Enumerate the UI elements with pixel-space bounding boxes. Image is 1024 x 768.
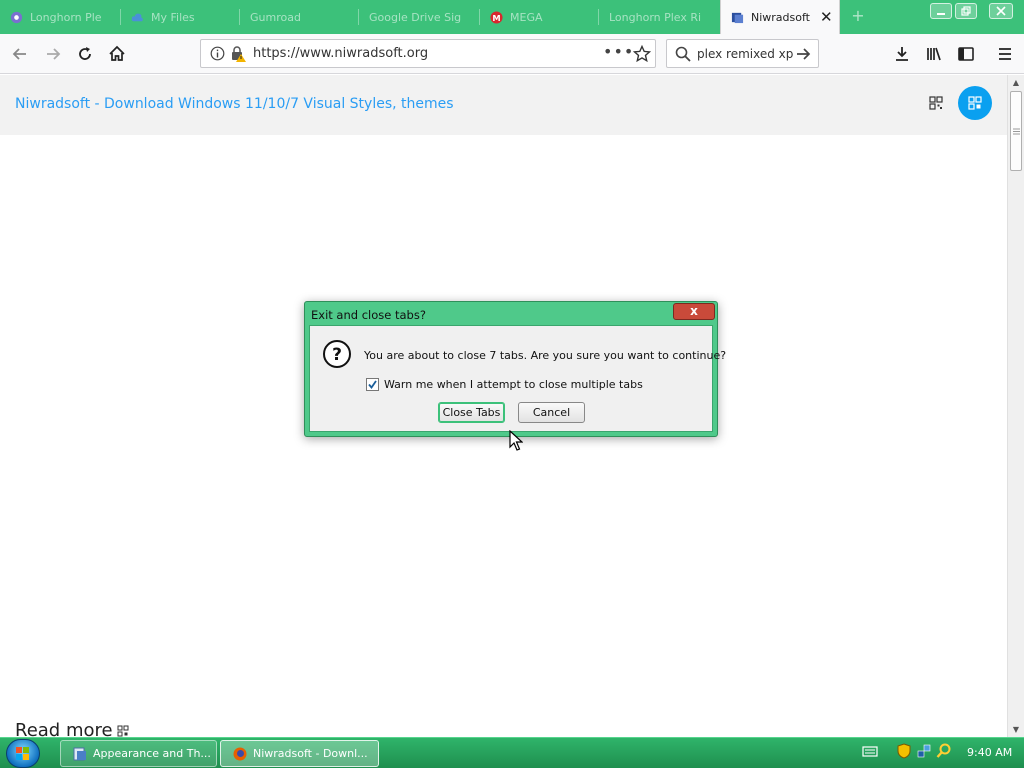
windows-logo-icon <box>16 747 29 760</box>
dialog-body: ? You are about to close 7 tabs. Are you… <box>309 325 726 432</box>
taskbar-button-label: Niwradsoft - Downl... <box>253 747 368 760</box>
url-bar[interactable]: https://www.niwradsoft.org ••• <box>200 39 656 68</box>
site-menu-button[interactable] <box>958 86 992 120</box>
close-icon: x <box>690 304 698 318</box>
svg-text:M: M <box>492 12 500 22</box>
page-scrollbar[interactable]: ▲ ▼ <box>1007 75 1024 737</box>
checkmark-icon <box>368 380 377 389</box>
clock[interactable]: 9:40 AM <box>967 746 1012 759</box>
firefox-icon <box>233 747 247 760</box>
dialog-message: You are about to close 7 tabs. Are you s… <box>364 349 727 362</box>
navigation-bar: https://www.niwradsoft.org ••• plex remi… <box>0 34 1024 74</box>
downloads-button[interactable] <box>888 40 916 68</box>
reload-button[interactable] <box>71 40 99 68</box>
hamburger-menu-icon <box>999 48 1011 60</box>
shield-icon[interactable] <box>896 743 912 759</box>
tab-label: Niwradsoft <box>751 10 810 24</box>
mouse-cursor-icon <box>509 430 523 451</box>
back-button[interactable] <box>6 40 34 68</box>
tab-label: My Files <box>151 10 195 24</box>
site-header: Niwradsoft - Download Windows 11/10/7 Vi… <box>0 75 1007 135</box>
taskbar: Appearance and Th... Niwradsoft - Downl.… <box>0 737 1024 768</box>
library-button[interactable] <box>920 40 948 68</box>
warn-checkbox[interactable] <box>366 378 379 391</box>
restore-button[interactable] <box>955 3 977 19</box>
tab-label: Longhorn Plex Ri <box>609 10 702 24</box>
reload-icon <box>79 47 91 60</box>
new-tab-button[interactable]: + <box>848 5 868 27</box>
scroll-down-icon[interactable]: ▼ <box>1011 725 1021 735</box>
mega-favicon-icon: M <box>490 10 503 24</box>
tab-niwradsoft[interactable]: Niwradsoft ✕ <box>720 0 840 34</box>
svg-text:?: ? <box>332 345 342 365</box>
forward-arrow-icon <box>47 48 61 60</box>
url-text: https://www.niwradsoft.org <box>253 46 429 61</box>
home-button[interactable] <box>103 40 131 68</box>
qr-code-icon <box>117 725 129 736</box>
search-icon <box>675 46 691 62</box>
taskbar-button-firefox[interactable]: Niwradsoft - Downl... <box>220 740 379 767</box>
download-icon <box>896 47 908 61</box>
minimize-icon <box>937 13 945 15</box>
home-icon <box>109 45 125 61</box>
search-input[interactable]: plex remixed xp <box>697 47 793 61</box>
tab-strip: Longhorn Ple My Files Gumroad Google Dri… <box>0 0 1024 34</box>
sidebar-icon <box>958 47 974 61</box>
search-tray-icon[interactable] <box>936 743 952 759</box>
warn-option[interactable]: Warn me when I attempt to close multiple… <box>366 378 643 391</box>
site-title-link[interactable]: Niwradsoft - Download Windows 11/10/7 Vi… <box>15 96 454 112</box>
tab-mega[interactable]: M MEGA <box>480 0 598 34</box>
tab-google-drive[interactable]: Google Drive Sig <box>359 0 479 34</box>
cloud-favicon-icon <box>131 13 143 21</box>
lock-warning-icon[interactable] <box>230 45 246 62</box>
search-go-arrow-icon[interactable] <box>795 46 812 62</box>
tab-longhorn-plex-remixed[interactable]: Longhorn Plex Ri <box>599 0 720 34</box>
sidebar-button[interactable] <box>952 40 980 68</box>
keyboard-icon[interactable] <box>862 743 878 759</box>
forward-button[interactable] <box>39 40 67 68</box>
restore-icon <box>961 6 971 16</box>
qr-code-icon[interactable] <box>929 96 943 110</box>
menu-button[interactable] <box>991 40 1019 68</box>
bookmark-star-icon[interactable] <box>633 45 651 63</box>
control-panel-icon <box>73 747 86 760</box>
close-icon <box>996 6 1006 16</box>
scroll-thumb[interactable] <box>1010 91 1022 171</box>
tab-label: Google Drive Sig <box>369 10 462 24</box>
taskbar-button-label: Appearance and Th... <box>93 747 211 760</box>
dialog-close-button[interactable]: x <box>673 303 715 320</box>
qr-code-icon <box>968 96 982 110</box>
start-button[interactable] <box>6 739 40 768</box>
cancel-button[interactable]: Cancel <box>518 402 585 423</box>
scroll-up-icon[interactable]: ▲ <box>1011 78 1021 88</box>
close-tabs-dialog: Exit and close tabs? x ? You are about t… <box>304 301 726 437</box>
grip-icon <box>1013 128 1020 135</box>
niwradsoft-favicon-icon <box>731 12 744 23</box>
tab-gumroad[interactable]: Gumroad <box>240 0 358 34</box>
search-bar[interactable]: plex remixed xp <box>666 39 819 68</box>
question-icon: ? <box>323 340 351 368</box>
close-window-button[interactable] <box>989 3 1013 19</box>
tab-close-icon[interactable]: ✕ <box>820 9 833 25</box>
tab-longhorn-plex[interactable]: Longhorn Ple <box>0 0 120 34</box>
info-icon[interactable] <box>210 46 225 61</box>
minimize-button[interactable] <box>930 3 952 19</box>
system-tray <box>862 743 956 759</box>
network-icon[interactable] <box>916 743 932 759</box>
tab-label: MEGA <box>510 10 543 24</box>
tab-my-files[interactable]: My Files <box>121 0 239 34</box>
dialog-title: Exit and close tabs? <box>311 308 426 322</box>
library-icon <box>927 47 941 61</box>
warn-label: Warn me when I attempt to close multiple… <box>384 378 643 391</box>
longhorn-favicon-icon <box>10 11 23 23</box>
tab-label: Longhorn Ple <box>30 10 102 24</box>
page-actions-icon[interactable]: ••• <box>603 42 634 61</box>
tab-label: Gumroad <box>250 10 301 24</box>
taskbar-button-appearance[interactable]: Appearance and Th... <box>60 740 217 767</box>
back-arrow-icon <box>12 48 26 60</box>
close-tabs-button[interactable]: Close Tabs <box>438 402 505 423</box>
